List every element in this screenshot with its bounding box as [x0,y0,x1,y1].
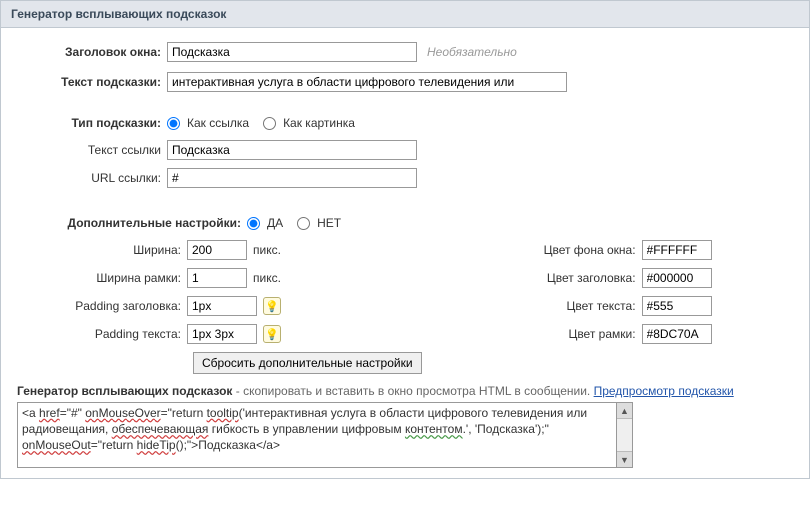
row-link-text: Текст ссылки [47,140,793,160]
label-text-color: Цвет текста: [482,299,642,313]
scroll-up-icon[interactable]: ▲ [617,403,632,419]
padding-title-input[interactable] [187,296,257,316]
bg-color-input[interactable] [642,240,712,260]
row-tip-type: Тип подсказки: Как ссылка Как картинка [17,116,793,130]
bulb-icon[interactable]: 💡 [263,325,281,343]
row-window-title: Заголовок окна: Необязательно [17,42,793,62]
advanced-col-right: Цвет фона окна: Цвет заголовка: Цвет тек… [482,240,712,374]
unit-border-width: пикс. [253,271,281,285]
unit-width: пикс. [253,243,281,257]
radio-adv-yes-label: ДА [267,216,283,230]
scroll-down-icon[interactable]: ▼ [617,451,632,467]
label-tip-text: Текст подсказки: [17,75,167,89]
border-width-input[interactable] [187,268,247,288]
label-tip-type: Тип подсказки: [17,116,167,130]
output-label-rest: - скопировать и вставить в окно просмотр… [232,384,593,398]
scroll-track[interactable] [617,419,632,451]
label-window-title: Заголовок окна: [17,45,167,59]
radio-adv-yes[interactable] [247,217,260,230]
label-padding-title: Padding заголовка: [17,299,187,313]
bulb-icon[interactable]: 💡 [263,297,281,315]
radio-as-link[interactable] [167,117,180,130]
tip-text-input[interactable] [167,72,567,92]
panel-body: Заголовок окна: Необязательно Текст подс… [1,28,809,478]
link-subblock: Текст ссылки URL ссылки: [47,140,793,188]
radio-as-image-label: Как картинка [283,116,355,130]
link-url-input[interactable] [167,168,417,188]
output-label: Генератор всплывающих подсказок - скопир… [17,384,793,398]
row-link-url: URL ссылки: [47,168,793,188]
label-border-color: Цвет рамки: [482,327,642,341]
output-row: <a href="#" onMouseOver="return tooltip(… [17,402,793,468]
label-padding-text: Padding текста: [17,327,187,341]
border-color-input[interactable] [642,324,712,344]
output-textarea[interactable]: <a href="#" onMouseOver="return tooltip(… [17,402,617,468]
optional-hint: Необязательно [427,45,517,59]
label-width: Ширина: [17,243,187,257]
window-title-input[interactable] [167,42,417,62]
label-border-width: Ширина рамки: [17,271,187,285]
scrollbar[interactable]: ▲ ▼ [617,402,633,468]
radio-as-image[interactable] [263,117,276,130]
radio-adv-no[interactable] [297,217,310,230]
advanced-col-left: Ширина: пикс. Ширина рамки: пикс. Paddin… [17,240,422,374]
radio-as-link-label: Как ссылка [187,116,249,130]
reset-advanced-button[interactable]: Сбросить дополнительные настройки [193,352,422,374]
width-input[interactable] [187,240,247,260]
output-label-bold: Генератор всплывающих подсказок [17,384,232,398]
padding-text-input[interactable] [187,324,257,344]
row-tip-text: Текст подсказки: [17,72,793,92]
label-bg-color: Цвет фона окна: [482,243,642,257]
row-advanced: Дополнительные настройки: ДА НЕТ [17,216,793,230]
label-link-text: Текст ссылки [47,143,167,157]
advanced-grid: Ширина: пикс. Ширина рамки: пикс. Paddin… [17,240,793,374]
title-color-input[interactable] [642,268,712,288]
link-text-input[interactable] [167,140,417,160]
panel-title: Генератор всплывающих подсказок [1,1,809,28]
label-link-url: URL ссылки: [47,171,167,185]
radio-adv-no-label: НЕТ [317,216,341,230]
tooltip-generator-panel: Генератор всплывающих подсказок Заголово… [0,0,810,479]
text-color-input[interactable] [642,296,712,316]
label-advanced: Дополнительные настройки: [17,216,247,230]
label-title-color: Цвет заголовка: [482,271,642,285]
preview-link[interactable]: Предпросмотр подсказки [594,384,734,398]
